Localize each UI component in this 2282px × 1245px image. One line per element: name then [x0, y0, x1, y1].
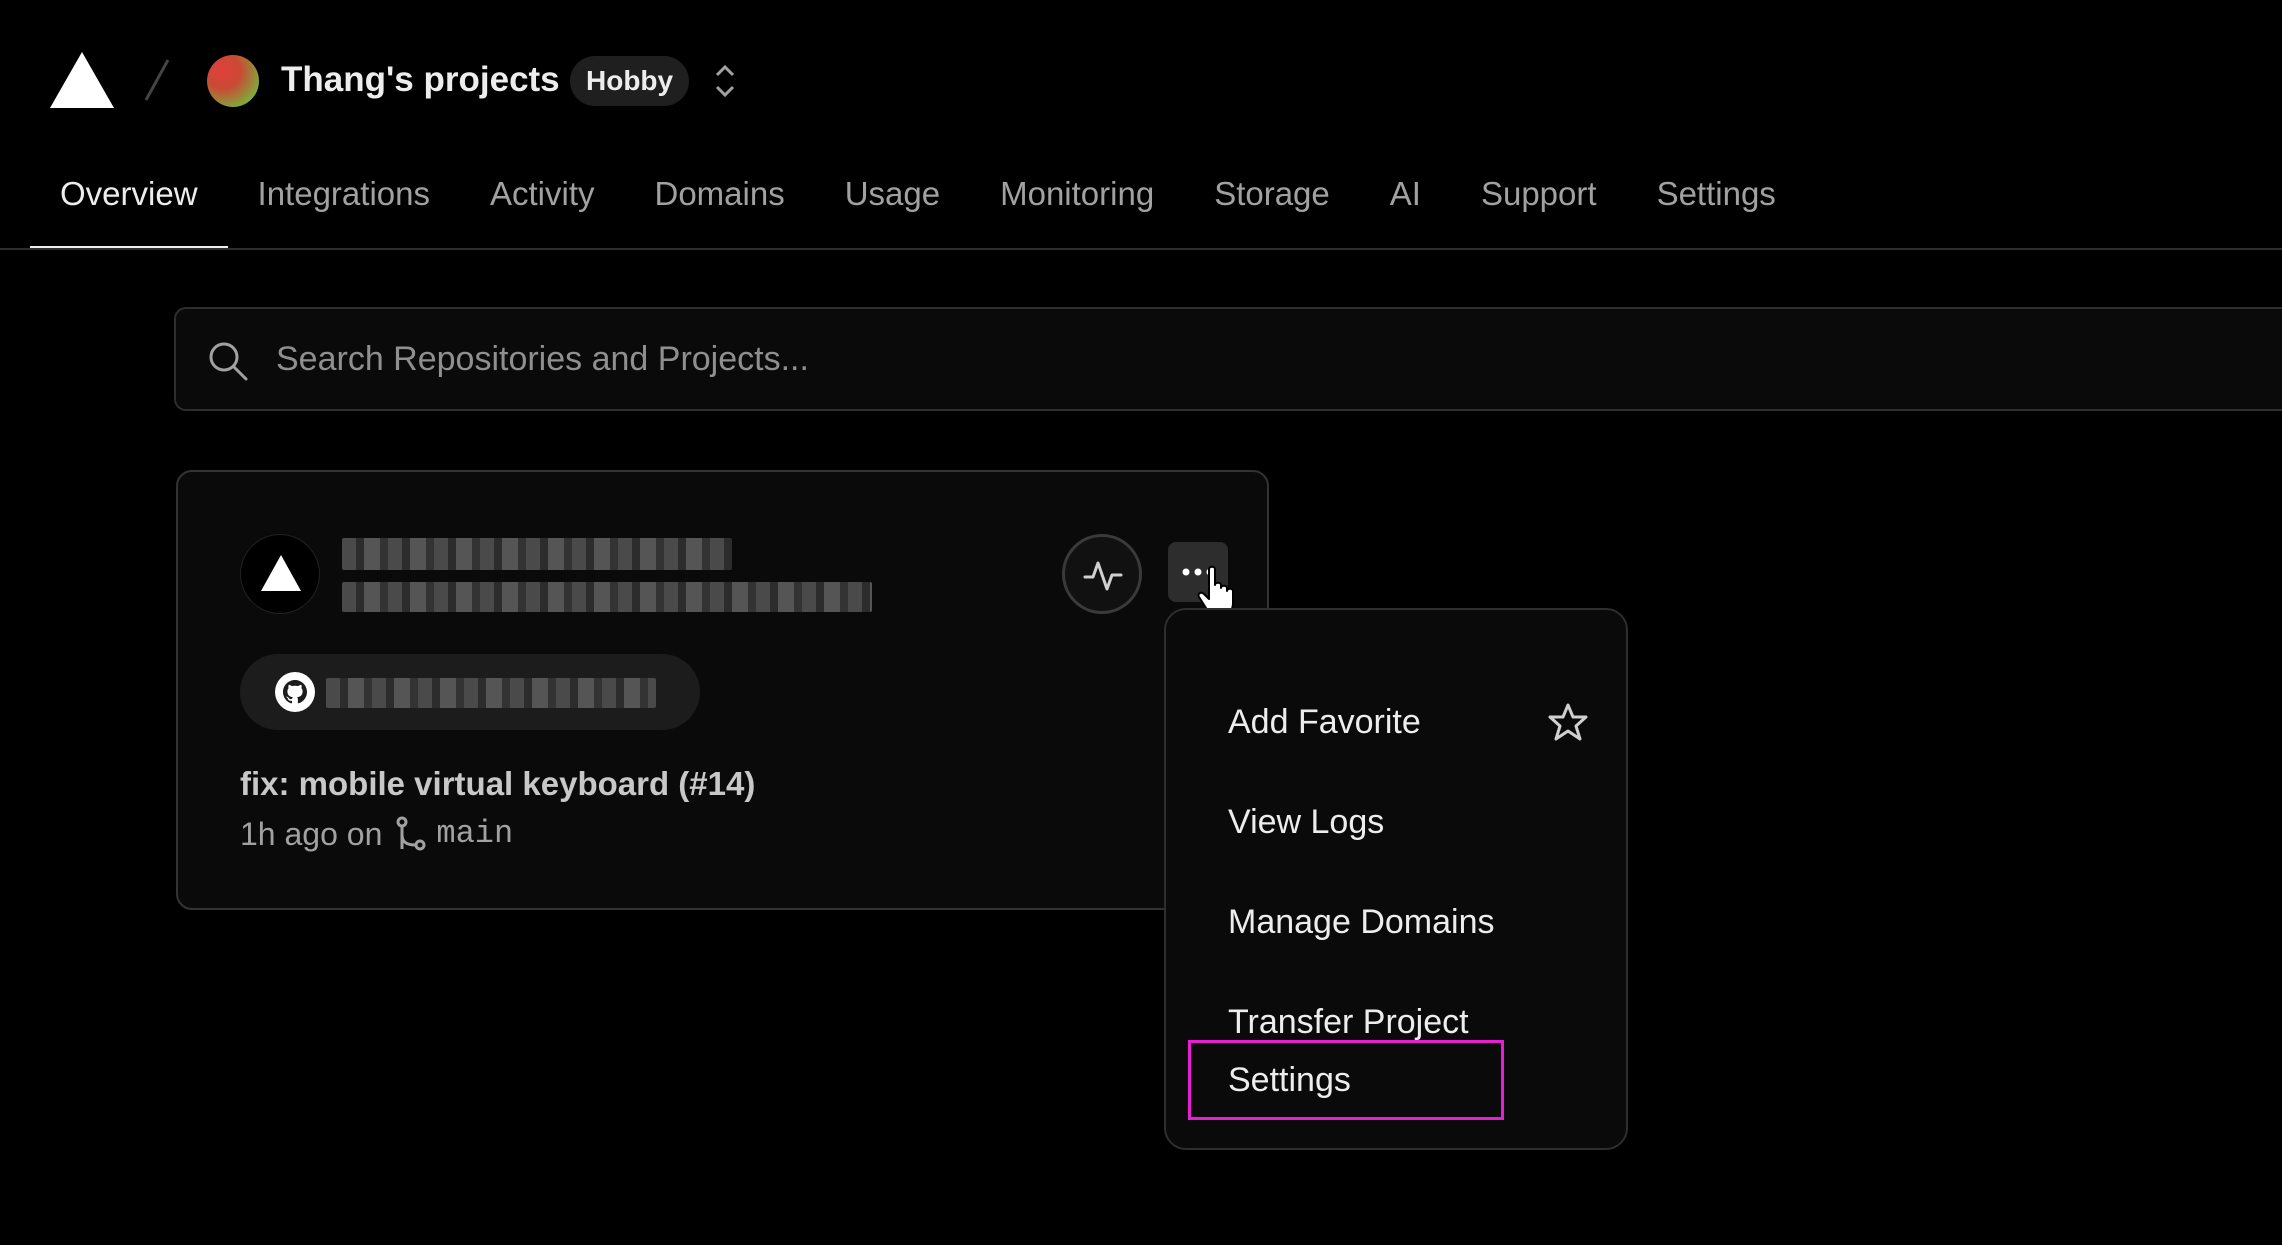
team-avatar[interactable] — [207, 55, 259, 107]
breadcrumb-separator-icon — [144, 59, 170, 101]
tab-usage[interactable]: Usage — [815, 160, 970, 250]
redacted-project-name[interactable] — [342, 538, 732, 570]
menu-item-label: Add Favorite — [1228, 703, 1421, 741]
tab-support[interactable]: Support — [1451, 160, 1627, 250]
commit-time: 1h ago on — [240, 816, 383, 852]
top-header: Thang's projects Hobby Overview Integrat… — [0, 0, 2282, 250]
vercel-logo-icon[interactable] — [50, 52, 114, 108]
redacted-repository-name[interactable] — [326, 678, 656, 708]
pulse-icon — [1083, 561, 1123, 591]
star-icon — [1548, 703, 1588, 741]
search-bar[interactable] — [174, 307, 2282, 411]
project-card[interactable]: fix: mobile virtual keyboard (#14) 1h ag… — [176, 470, 1269, 910]
git-branch-icon — [396, 816, 426, 851]
tab-overview[interactable]: Overview — [30, 160, 228, 250]
tab-activity[interactable]: Activity — [460, 160, 625, 250]
commit-message[interactable]: fix: mobile virtual keyboard (#14) — [240, 762, 755, 806]
branch-name[interactable]: main — [436, 812, 513, 856]
tab-monitoring[interactable]: Monitoring — [970, 160, 1184, 250]
tabs-divider — [0, 248, 2282, 250]
tab-ai[interactable]: AI — [1360, 160, 1451, 250]
redacted-project-url[interactable] — [342, 582, 872, 612]
tab-storage[interactable]: Storage — [1184, 160, 1360, 250]
search-input[interactable] — [276, 333, 1876, 385]
main-tabs: Overview Integrations Activity Domains U… — [30, 160, 1806, 250]
tab-integrations[interactable]: Integrations — [228, 160, 460, 250]
commit-meta: 1h ago on main — [240, 812, 513, 856]
search-icon — [209, 342, 248, 381]
activity-button[interactable] — [1062, 534, 1142, 614]
menu-item-add-favorite[interactable]: Add Favorite — [1188, 682, 1604, 762]
tab-settings[interactable]: Settings — [1627, 160, 1806, 250]
repository-link[interactable] — [240, 654, 700, 730]
project-options-menu: Add Favorite View Logs Manage Domains Tr… — [1164, 608, 1628, 1150]
plan-badge: Hobby — [570, 56, 690, 106]
menu-item-manage-domains[interactable]: Manage Domains — [1188, 882, 1604, 962]
menu-item-view-logs[interactable]: View Logs — [1188, 782, 1604, 862]
team-name[interactable]: Thang's projects — [281, 58, 560, 102]
github-icon — [275, 672, 315, 712]
team-switcher-chevron-icon[interactable] — [710, 60, 740, 102]
tab-domains[interactable]: Domains — [625, 160, 815, 250]
project-logo — [240, 534, 320, 614]
vercel-triangle-icon — [261, 555, 301, 591]
menu-item-settings[interactable]: Settings — [1188, 1040, 1504, 1120]
